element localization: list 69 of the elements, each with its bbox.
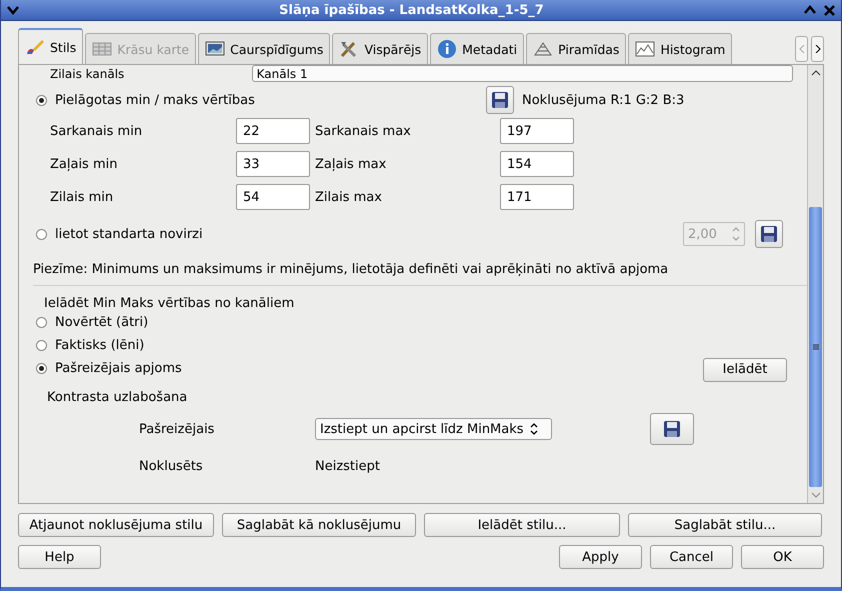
field-label: Zilais max [314,190,383,204]
dialog-button[interactable]: OK [741,545,824,569]
input-field[interactable]: 54 [236,184,310,210]
pyramid-icon [533,41,554,57]
contrast-dropdown[interactable]: Izstiept un apcirst līdz MinMaks [315,418,552,440]
chevron-right-icon [814,45,820,53]
field-label: Zaļais max [314,156,388,172]
style-button[interactable]: Ielādēt stilu... [424,513,620,537]
field-label: Sarkanais min [50,124,144,138]
scroll-up-icon [810,69,820,77]
tab[interactable]: Stils [18,28,84,64]
histogram-icon [635,41,656,57]
input-field[interactable]: 171 [500,184,574,210]
close-icon[interactable] [824,4,835,16]
band-label: Zilais kanāls [49,66,126,82]
radio-button[interactable] [36,340,47,351]
radio-button[interactable] [36,317,47,328]
help-button[interactable]: Help [18,545,101,569]
load-button[interactable]: Ielādēt [703,358,787,382]
tab[interactable]: Vispārējs [332,33,428,64]
radio-option[interactable]: Faktisks (lēni) [33,338,144,353]
input-field[interactable]: 197 [500,118,574,144]
scroll-right-button[interactable] [811,36,824,62]
tab[interactable]: Piramīdas [526,33,626,64]
radio-option[interactable]: Pielāgotas min / maks vērtības [33,92,255,108]
section-title: Kontrasta uzlabošana [46,390,188,405]
tab[interactable]: Histogram [628,33,732,64]
style-button[interactable]: Saglabāt kā noklusējumu [222,513,416,537]
monitor-icon [205,41,226,57]
radio-option[interactable]: Pašreizējais apjoms [33,361,182,376]
band-dropdown[interactable]: Kanāls 1 [252,65,793,82]
note-text: Piezīme: Minimums un maksimums ir minējums, lietotāja definēti vai aprēķināti no aktīvā apjoma [33,262,670,277]
input-field[interactable]: 22 [236,118,310,144]
vertical-scrollbar[interactable] [807,65,823,503]
info-icon [437,39,458,59]
style-button[interactable]: Saglabāt stilu... [628,513,822,537]
dialog-button[interactable]: Apply [559,545,642,569]
field-label: Zilais min [50,190,114,204]
updown-caret-icon [530,423,538,435]
save-button[interactable] [486,86,514,114]
field-label: Sarkanais max [314,124,412,138]
radio-option[interactable]: Novērtēt (ātri) [33,315,148,330]
window-title: Slāņa īpašības - LandsatKolka_1-5_7 [278,2,545,18]
maximize-icon[interactable] [804,5,816,15]
radio-option[interactable]: lietot standarta novirzi [33,226,203,242]
menu-chevron-icon[interactable] [7,5,19,15]
save-button[interactable] [755,220,783,248]
radio-button[interactable] [36,94,47,106]
input-field[interactable]: 33 [236,151,310,177]
dialog-button[interactable]: Cancel [650,545,733,569]
chevron-left-icon [798,45,804,53]
scroll-down-icon [810,491,820,499]
tab[interactable]: Metadati [430,33,524,64]
paintbrush-icon [25,38,45,56]
save-button[interactable] [650,413,694,445]
grip-icon [812,344,818,350]
style-button[interactable]: Atjaunot noklusējuma stilu [18,513,214,537]
default-bands-text: Noklusējuma R:1 G:2 B:3 [522,92,684,108]
radio-button[interactable] [36,228,47,240]
grid-icon [92,41,112,57]
radio-button[interactable] [36,363,47,374]
scroll-thumb[interactable] [809,207,822,487]
tab[interactable]: Caurspīdīgums [198,33,330,64]
input-field[interactable]: 154 [500,151,574,177]
field-label: Zaļais min [50,156,118,172]
field-label: Noklusēts [138,459,204,474]
field-label: Pašreizējais [138,422,216,436]
default-value-text: Neizstiept [315,459,380,474]
section-title: Ielādēt Min Maks vērtības no kanāliem [43,296,296,311]
